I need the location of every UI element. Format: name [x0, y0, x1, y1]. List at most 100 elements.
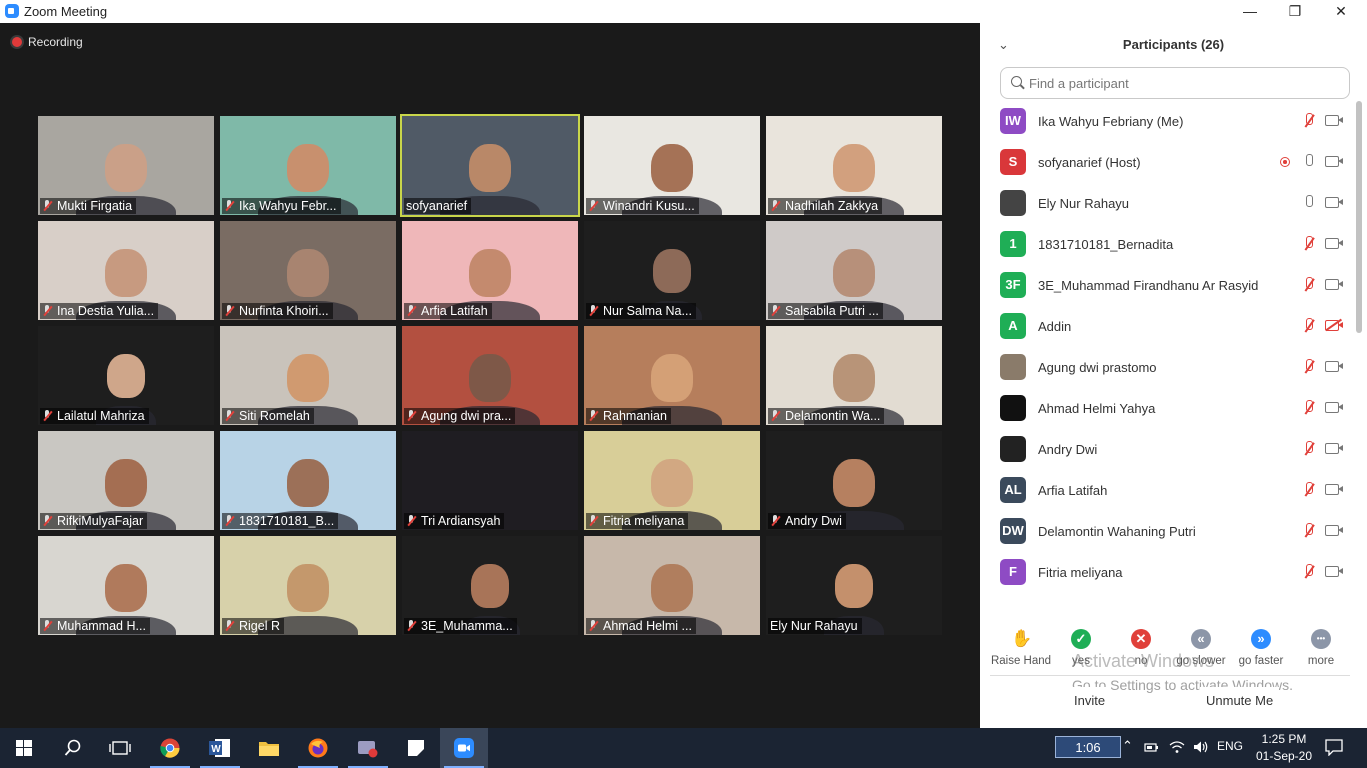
camera-icon[interactable]: [1325, 525, 1343, 536]
taskbar-screen-recorder[interactable]: [344, 728, 392, 768]
participant-row[interactable]: Ssofyanarief (Host): [980, 142, 1350, 183]
video-tile[interactable]: 3E_Muhamma...: [402, 536, 578, 635]
video-tile[interactable]: Arfia Latifah: [402, 221, 578, 320]
taskbar-file-explorer[interactable]: [244, 728, 292, 768]
video-tile[interactable]: Salsabila Putri ...: [766, 221, 942, 320]
video-tile[interactable]: Rahmanian: [584, 326, 760, 425]
raise-hand-button[interactable]: ✋ Raise Hand: [990, 623, 1052, 667]
participant-row[interactable]: DW Delamontin Wahaning Putri: [980, 511, 1350, 552]
camera-icon[interactable]: [1325, 443, 1343, 454]
video-tile[interactable]: Siti Romelah: [220, 326, 396, 425]
video-tile[interactable]: Lailatul Mahriza: [38, 326, 214, 425]
mic-muted-icon[interactable]: [1302, 523, 1316, 539]
video-tile[interactable]: Mukti Firgatia: [38, 116, 214, 215]
tile-name-label: Rahmanian: [586, 408, 671, 424]
participant-row[interactable]: A Addin: [980, 306, 1350, 347]
tile-name: Siti Romelah: [239, 409, 310, 423]
volume-icon[interactable]: [1193, 740, 1209, 754]
mic-muted-icon[interactable]: [1302, 318, 1316, 334]
participant-row[interactable]: 3F 3E_Muhammad Firandhanu Ar Rasyid: [980, 265, 1350, 306]
video-tile[interactable]: Andry Dwi: [766, 431, 942, 530]
taskbar-zoom[interactable]: [440, 728, 488, 768]
mic-muted-icon[interactable]: [1302, 564, 1316, 580]
mic-muted-icon[interactable]: [1302, 236, 1316, 252]
unmute-me-button[interactable]: Unmute Me: [1200, 687, 1280, 713]
camera-icon[interactable]: [1325, 361, 1343, 372]
camera-icon[interactable]: [1325, 484, 1343, 495]
video-tile[interactable]: Ely Nur Rahayu: [766, 536, 942, 635]
mic-icon[interactable]: [1302, 195, 1316, 211]
camera-icon[interactable]: [1325, 115, 1343, 126]
participant-name: 1831710181_Bernadita: [1038, 237, 1174, 252]
mic-muted-icon[interactable]: [1302, 113, 1316, 129]
camera-off-icon[interactable]: [1325, 320, 1343, 331]
participant-name: Ely Nur Rahayu: [1038, 196, 1130, 211]
notification-icon[interactable]: [1325, 739, 1343, 756]
participants-panel: ⌄ Participants (26) IW Ika Wahyu Febriany…: [980, 23, 1367, 728]
input-language[interactable]: ENG: [1217, 739, 1243, 753]
search-input[interactable]: [1027, 73, 1341, 93]
windows-start-button[interactable]: [0, 728, 48, 768]
more-button[interactable]: ••• more: [1290, 623, 1352, 667]
battery-icon[interactable]: [1144, 741, 1160, 754]
video-tile[interactable]: Nur Salma Na...: [584, 221, 760, 320]
camera-icon[interactable]: [1325, 566, 1343, 577]
taskbar-sticky-notes[interactable]: [392, 728, 440, 768]
video-tile[interactable]: Ina Destia Yulia...: [38, 221, 214, 320]
camera-icon[interactable]: [1325, 279, 1343, 290]
video-tile[interactable]: Fitria meliyana: [584, 431, 760, 530]
camera-icon[interactable]: [1325, 402, 1343, 413]
wifi-icon[interactable]: [1169, 740, 1185, 754]
video-tile[interactable]: sofyanarief: [400, 114, 580, 217]
mic-muted-icon[interactable]: [1302, 441, 1316, 457]
recording-indicator[interactable]: Recording: [12, 35, 83, 49]
video-tile[interactable]: Agung dwi pra...: [402, 326, 578, 425]
invite-button[interactable]: Invite: [1068, 687, 1112, 713]
go-slower-icon: «: [1191, 629, 1211, 649]
taskbar-search-button[interactable]: [48, 728, 96, 768]
taskbar-word[interactable]: W: [196, 728, 244, 768]
participant-row[interactable]: IW Ika Wahyu Febriany (Me): [980, 101, 1350, 142]
video-tile[interactable]: Nadhilah Zakkya: [766, 116, 942, 215]
minimize-button[interactable]: —: [1227, 0, 1273, 23]
video-tile[interactable]: RifkiMulyaFajar: [38, 431, 214, 530]
video-tile[interactable]: Muhammad H...: [38, 536, 214, 635]
mic-icon[interactable]: [1302, 154, 1316, 170]
avatar: [1000, 395, 1026, 421]
meeting-timer[interactable]: 1:06: [1055, 736, 1121, 758]
camera-icon[interactable]: [1325, 238, 1343, 249]
mic-muted-icon[interactable]: [1302, 400, 1316, 416]
taskbar-chrome[interactable]: [146, 728, 194, 768]
system-clock[interactable]: 1:25 PM 01-Sep-20: [1246, 731, 1322, 765]
video-tile[interactable]: Ika Wahyu Febr...: [220, 116, 396, 215]
participant-row[interactable]: F Fitria meliyana: [980, 552, 1350, 593]
mic-muted-icon[interactable]: [1302, 359, 1316, 375]
video-tile[interactable]: Nurfinta Khoiri...: [220, 221, 396, 320]
go-faster-button[interactable]: » go faster: [1230, 623, 1292, 667]
participant-list-scrollbar[interactable]: [1356, 101, 1362, 333]
participant-search[interactable]: [1000, 67, 1350, 99]
show-hidden-icons[interactable]: ⌃: [1122, 738, 1133, 754]
participant-row[interactable]: Andry Dwi: [980, 429, 1350, 470]
camera-icon[interactable]: [1325, 197, 1343, 208]
task-view-button[interactable]: [96, 728, 144, 768]
video-tile[interactable]: Winandri Kusu...: [584, 116, 760, 215]
video-tile[interactable]: 1831710181_B...: [220, 431, 396, 530]
taskbar-firefox[interactable]: [294, 728, 342, 768]
participant-name: Delamontin Wahaning Putri: [1038, 524, 1196, 539]
video-tile[interactable]: Delamontin Wa...: [766, 326, 942, 425]
mic-muted-icon[interactable]: [1302, 482, 1316, 498]
participant-row[interactable]: Ahmad Helmi Yahya: [980, 388, 1350, 429]
video-tile[interactable]: Rigel R: [220, 536, 396, 635]
participant-row[interactable]: Ely Nur Rahayu: [980, 183, 1350, 224]
close-button[interactable]: ✕: [1318, 0, 1364, 23]
participant-row[interactable]: Agung dwi prastomo: [980, 347, 1350, 388]
video-tile[interactable]: Ahmad Helmi ...: [584, 536, 760, 635]
camera-icon[interactable]: [1325, 156, 1343, 167]
participant-silhouette: [287, 144, 329, 193]
mic-muted-icon[interactable]: [1302, 277, 1316, 293]
participant-row[interactable]: AL Arfia Latifah: [980, 470, 1350, 511]
video-tile[interactable]: Tri Ardiansyah: [402, 431, 578, 530]
participant-row[interactable]: 1 1831710181_Bernadita: [980, 224, 1350, 265]
restore-button[interactable]: ❐: [1272, 0, 1318, 23]
